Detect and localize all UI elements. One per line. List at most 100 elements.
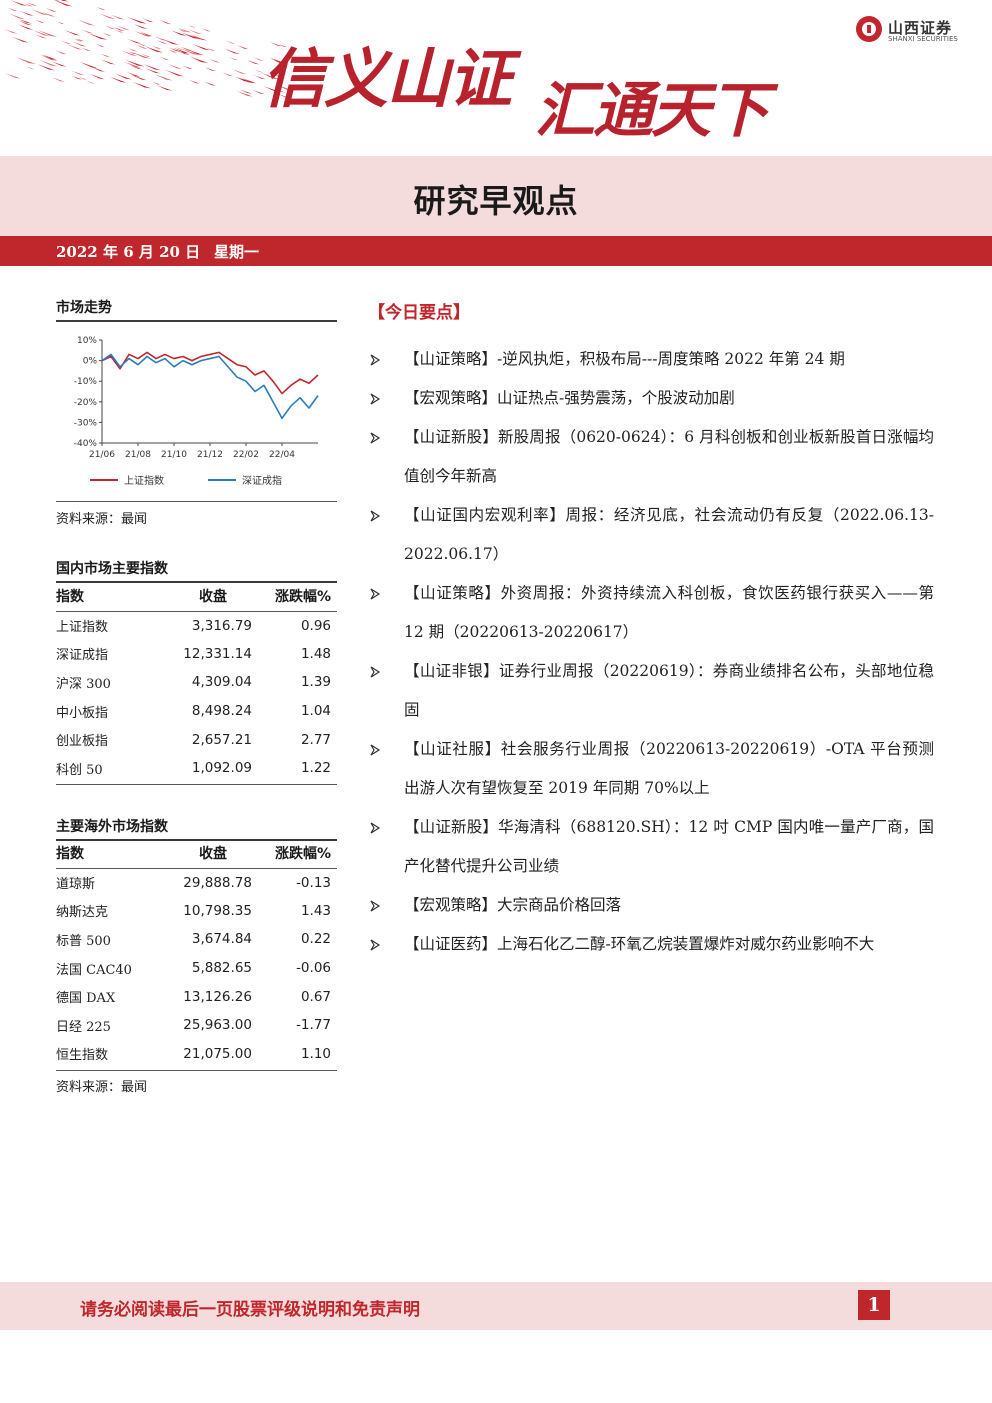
key-point-text: 【山证新股】华海清科（688120.SH）：12 吋 CMP 国内唯一量产厂商，… xyxy=(404,818,934,875)
close-value-cell: 1,092.09 xyxy=(191,760,252,777)
bullet-arrow-icon xyxy=(368,652,382,691)
key-point-text: 【宏观策略】山证热点-强势震荡，个股波动加剧 xyxy=(404,389,735,407)
decorative-arrow-shape xyxy=(81,29,94,34)
table-row: 科创 50 1,092.09 1.22 xyxy=(56,754,337,783)
decorative-arrow-shape xyxy=(12,36,29,43)
close-value-cell: 13,126.26 xyxy=(183,988,252,1005)
market-trend-heading: 市场走势 xyxy=(56,300,112,316)
decorative-arrow-shape xyxy=(157,40,168,44)
column-header-change: 涨跌幅% xyxy=(252,582,337,612)
chart-source: 资料来源：最闻 xyxy=(56,512,148,527)
decorative-arrow-shape xyxy=(189,56,209,64)
decorative-arrow-shape xyxy=(71,41,87,47)
change-pct-cell: 1.43 xyxy=(300,902,331,919)
decorative-arrow-shape xyxy=(110,14,125,20)
decorative-arrow-shape xyxy=(165,69,185,77)
key-point-item[interactable]: 【山证新股】新股周报（0620-0624）：6 月科创板和创业板新股首日涨幅均值… xyxy=(368,418,934,496)
table-row: 日经 225 25,963.00 -1.77 xyxy=(56,1011,337,1040)
bullet-arrow-icon xyxy=(368,925,382,964)
table-row: 中小板指 8,498.24 1.04 xyxy=(56,697,337,726)
decorative-arrow-shape xyxy=(201,28,211,32)
slogan-part2: 汇通天下 xyxy=(535,76,769,146)
table-row: 沪深 300 4,309.04 1.39 xyxy=(56,668,337,697)
decorative-arrow-shape xyxy=(77,19,95,26)
index-name-cell: 德国 DAX xyxy=(56,991,116,1007)
key-point-item[interactable]: 【宏观策略】山证热点-强势震荡，个股波动加剧 xyxy=(368,379,934,418)
decorative-arrow-shape xyxy=(64,29,81,36)
decorative-arrow-shape xyxy=(143,64,161,71)
decorative-arrow-shape xyxy=(9,13,25,20)
close-value-cell: 21,075.00 xyxy=(183,1045,252,1062)
column-header-index: 指数 xyxy=(56,582,174,612)
decorative-arrow-shape xyxy=(45,7,57,12)
index-name-cell: 纳斯达克 xyxy=(56,905,109,921)
decorative-arrow-shape xyxy=(51,77,66,82)
change-pct-cell: 1.10 xyxy=(300,1045,331,1062)
decorative-arrow-shape xyxy=(182,65,193,70)
decorative-arrow-shape xyxy=(170,30,187,36)
legend-label: 深证成指 xyxy=(242,474,282,487)
change-pct-cell: 0.96 xyxy=(300,617,331,634)
bullet-arrow-icon xyxy=(368,886,382,925)
table-header-row: 指数 收盘 涨跌幅% xyxy=(56,582,337,612)
key-point-item[interactable]: 【山证策略】-逆风执炬，积极布局---周度策略 2022 年第 24 期 xyxy=(368,340,934,379)
x-tick-label: 21/08 xyxy=(125,450,151,460)
index-name-cell: 科创 50 xyxy=(56,762,103,778)
company-logo: 山西证券 SHANXI SECURITIES xyxy=(856,16,976,46)
page-number: 1 xyxy=(858,1290,890,1320)
table-row: 创业板指 2,657.21 2.77 xyxy=(56,725,337,754)
table-row: 德国 DAX 13,126.26 0.67 xyxy=(56,982,337,1011)
table-header-row: 指数 收盘 涨跌幅% xyxy=(56,839,337,869)
section-rule xyxy=(56,1070,337,1071)
table-source: 资料来源：最闻 xyxy=(56,1080,148,1095)
decorative-arrow-shape xyxy=(100,59,116,65)
change-pct-cell: -1.77 xyxy=(296,1017,331,1034)
key-point-item[interactable]: 【宏观策略】大宗商品价格回落 xyxy=(368,886,934,925)
x-tick-label: 22/02 xyxy=(233,450,259,460)
decorative-arrow-shape xyxy=(23,3,33,7)
key-point-item[interactable]: 【山证非银】证券行业周报（20220619）：券商业绩排名公布，头部地位稳固 xyxy=(368,652,934,730)
decorative-arrow-shape xyxy=(102,32,112,36)
decorative-arrow-shape xyxy=(134,30,152,37)
overseas-indices-table: 指数 收盘 涨跌幅% 道琼斯 29,888.78 -0.13 纳斯达克 10,798.3… xyxy=(56,839,337,1068)
decorative-arrow-shape xyxy=(4,28,18,34)
key-point-item[interactable]: 【山证策略】外资周报：外资持续流入科创板，食饮医药银行获买入——第 12 期（2… xyxy=(368,574,934,652)
index-name-cell: 日经 225 xyxy=(56,1019,111,1035)
decorative-arrow-shape xyxy=(7,7,18,12)
column-header-change: 涨跌幅% xyxy=(252,839,337,869)
decorative-arrow-shape xyxy=(127,38,142,44)
key-point-item[interactable]: 【山证新股】华海清科（688120.SH）：12 吋 CMP 国内唯一量产厂商，… xyxy=(368,808,934,886)
report-date: 2022 年 6 月 20 日 xyxy=(56,243,201,261)
change-pct-cell: 1.04 xyxy=(300,703,331,720)
decorative-arrow-shape xyxy=(73,38,83,42)
y-tick-label: 10% xyxy=(77,336,97,346)
key-point-item[interactable]: 【山证社服】社会服务行业周报（20220613-20220619）-OTA 平台… xyxy=(368,730,934,808)
key-point-item[interactable]: 【山证国内宏观利率】周报：经济见底，社会流动仍有反复（2022.06.13-20… xyxy=(368,496,934,574)
decorative-arrow-shape xyxy=(129,74,144,79)
y-tick-label: -10% xyxy=(74,377,98,387)
key-point-text: 【山证非银】证券行业周报（20220619）：券商业绩排名公布，头部地位稳固 xyxy=(404,662,934,719)
decorative-arrow-shape xyxy=(236,44,249,50)
decorative-arrow-shape xyxy=(79,61,98,69)
table-row: 标普 500 3,674.84 0.22 xyxy=(56,925,337,954)
change-pct-cell: 2.77 xyxy=(300,731,331,748)
column-header-close: 收盘 xyxy=(174,839,252,869)
change-pct-cell: 0.22 xyxy=(300,931,331,948)
decorative-arrow-shape xyxy=(100,53,110,57)
decorative-arrow-shape xyxy=(228,57,238,61)
column-header-index: 指数 xyxy=(56,839,174,869)
key-point-item[interactable]: 【山证医药】上海石化乙二醇-环氧乙烷装置爆炸对威尔药业影响不大 xyxy=(368,925,934,964)
key-point-text: 【山证策略】-逆风执炬，积极布局---周度策略 2022 年第 24 期 xyxy=(404,350,845,368)
column-header-close: 收盘 xyxy=(174,582,252,612)
close-value-cell: 2,657.21 xyxy=(191,731,252,748)
decorative-arrow-shape xyxy=(178,28,192,33)
close-value-cell: 29,888.78 xyxy=(183,874,252,891)
decorative-arrow-shape xyxy=(180,46,193,51)
index-name-cell: 上证指数 xyxy=(56,620,109,636)
domestic-indices-table: 指数 收盘 涨跌幅% 上证指数 3,316.79 0.96 深证成指 12,331.14… xyxy=(56,582,337,783)
decorative-arrow-shape xyxy=(224,48,241,55)
decorative-arrow-shape xyxy=(188,29,203,35)
decorative-arrow-shape xyxy=(176,50,190,55)
decorative-arrow-shape xyxy=(137,43,146,46)
disclaimer-notice[interactable]: 请务必阅读最后一页股票评级说明和免责声明 xyxy=(80,1295,420,1320)
